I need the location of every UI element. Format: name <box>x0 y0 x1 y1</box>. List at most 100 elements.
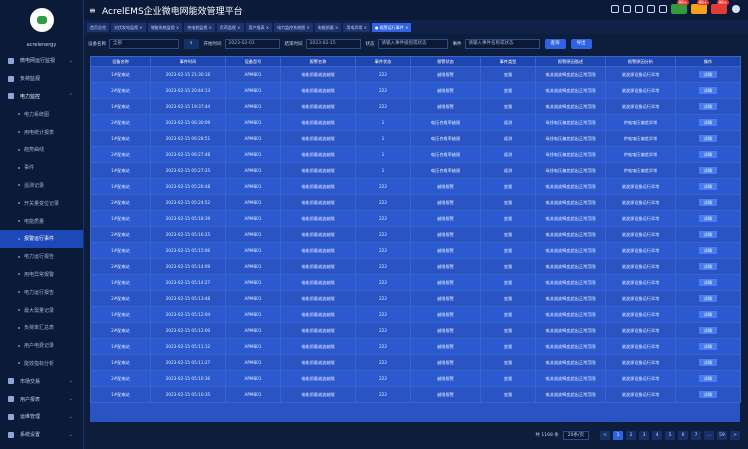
page-size-select[interactable]: 20条/页 <box>562 430 589 440</box>
detail-button[interactable]: 详情 <box>699 343 717 350</box>
sidebar-subitem[interactable]: 电力运行报告 <box>0 283 83 301</box>
query-button[interactable]: 查询 <box>544 39 566 49</box>
notification-icon[interactable] <box>659 5 667 13</box>
detail-button[interactable]: 详情 <box>699 71 717 78</box>
tab[interactable]: 首页总览 <box>87 22 109 32</box>
sidebar-subitem[interactable]: 报警运行事件 <box>0 229 83 248</box>
sidebar-subitem[interactable]: 用户电费记录 <box>0 337 83 355</box>
detail-button[interactable]: 详情 <box>699 119 717 126</box>
detail-button[interactable]: 详情 <box>699 375 717 382</box>
menu-toggle-icon[interactable]: ≡ <box>89 6 97 15</box>
detail-button[interactable]: 详情 <box>699 167 717 174</box>
sidebar-subitem[interactable]: 电力运行报告 <box>0 248 83 266</box>
page-button[interactable]: 4 <box>652 430 662 440</box>
settings-icon[interactable] <box>623 5 631 13</box>
level-input[interactable]: 请输入事件级别或状态 <box>377 39 448 49</box>
end-date-input[interactable]: 2023-02-15 <box>305 39 361 49</box>
start-date-input[interactable]: 2023-02-01 <box>224 39 280 49</box>
tab[interactable]: 电力监控系统图 × <box>274 22 313 32</box>
event-input[interactable]: 请输入事件名称或状态 <box>464 39 540 49</box>
sidebar-menu: 微电网运行监视 ⌄ 负荷监视 电力监控 ⌃ 电力系统图 用电统计报表 趋势曲线 事件 遥测记录 开关… <box>0 52 83 444</box>
table-cell: 电能质量谐波越限 <box>280 114 356 131</box>
table-cell: 详情 <box>675 226 741 243</box>
detail-button[interactable]: 详情 <box>699 263 717 270</box>
badge-orange[interactable]: 99+ <box>691 0 709 14</box>
page-button[interactable]: 3 <box>639 430 649 440</box>
detail-button[interactable]: 详情 <box>699 103 717 110</box>
page-button[interactable]: 5 <box>665 430 675 440</box>
detail-button[interactable]: 详情 <box>699 135 717 142</box>
sidebar-subitem[interactable]: 最大需量记录 <box>0 301 83 319</box>
sidebar-group[interactable]: 用户报表 ⌄ <box>0 390 83 408</box>
search-icon[interactable] <box>611 5 619 13</box>
sidebar-subitem[interactable]: 用电统计报表 <box>0 123 83 141</box>
table-cell: 2#配电站 <box>90 114 151 131</box>
detail-button[interactable]: 详情 <box>699 391 717 398</box>
table-cell: 详情 <box>675 354 741 371</box>
tab[interactable]: 电能质量 × <box>314 22 342 32</box>
avatar[interactable] <box>732 5 740 13</box>
tab[interactable]: 用户报表 × <box>245 22 273 32</box>
sidebar-group[interactable]: 电力监控 ⌃ <box>0 88 83 106</box>
tab[interactable]: ● 报警运行事件 × <box>372 22 412 32</box>
detail-button[interactable]: 详情 <box>699 279 717 286</box>
sidebar-subitem[interactable]: 趋势曲线 <box>0 141 83 159</box>
detail-button[interactable]: 详情 <box>699 151 717 158</box>
tab[interactable]: 负荷监视 × <box>216 22 244 32</box>
sidebar-group[interactable]: 微电网运行监视 ⌄ <box>0 52 83 70</box>
device-select[interactable]: 全部 <box>109 39 179 49</box>
table-cell: 谐波源设备运行异常 <box>605 242 676 259</box>
page-button[interactable]: < <box>600 430 610 440</box>
sidebar-group[interactable]: 运维管理 ⌄ <box>0 408 83 426</box>
page-button[interactable]: 7 <box>691 430 701 440</box>
sidebar-subitem[interactable]: 电能质量 <box>0 212 83 230</box>
tab[interactable]: 储能系统监视 × <box>147 22 183 32</box>
detail-button[interactable]: 详情 <box>699 231 717 238</box>
detail-button[interactable]: 详情 <box>699 183 717 190</box>
tab[interactable]: 用电异常 × <box>343 22 370 32</box>
sidebar-group[interactable]: 市场交易 ⌄ <box>0 372 83 390</box>
table-cell: 遥测 <box>480 130 536 147</box>
export-button[interactable]: 导出 <box>570 39 592 49</box>
sidebar-subitem[interactable]: 电力系统图 <box>0 105 83 123</box>
sidebar-group[interactable]: 负荷监视 <box>0 70 83 88</box>
badge-red[interactable]: 99+ <box>711 0 729 14</box>
table-cell: 变量 <box>480 98 536 115</box>
page-button[interactable]: 6 <box>678 430 688 440</box>
page-button[interactable]: > <box>730 430 740 440</box>
detail-button[interactable]: 详情 <box>699 215 717 222</box>
search-icon[interactable]: ⌕ <box>184 39 199 49</box>
table-cell: 电流谐波畸变超出正常范围 <box>535 290 606 307</box>
page-button[interactable]: ... <box>704 430 714 440</box>
detail-button[interactable]: 详情 <box>699 247 717 254</box>
app-logo <box>29 8 54 32</box>
table-cell: 详情 <box>675 194 741 211</box>
badge-green[interactable]: 99+ <box>671 0 689 14</box>
detail-button[interactable]: 详情 <box>699 311 717 318</box>
page-button[interactable]: 59 <box>717 430 727 440</box>
detail-button[interactable]: 详情 <box>699 327 717 334</box>
table-cell: 谐波源设备运行异常 <box>605 274 676 291</box>
table-cell: 详情 <box>675 82 741 99</box>
detail-button[interactable]: 详情 <box>699 199 717 206</box>
bullet-icon <box>18 220 20 223</box>
sidebar-group[interactable]: 系统设置 ⌄ <box>0 426 83 444</box>
sidebar-subitem[interactable]: 遥测记录 <box>0 177 83 195</box>
detail-button[interactable]: 详情 <box>699 87 717 94</box>
table-cell: 1 <box>355 162 411 179</box>
detail-button[interactable]: 详情 <box>699 359 717 366</box>
sidebar-subitem[interactable]: 开关量变位记录 <box>0 194 83 212</box>
tab[interactable]: 光伏发电监视 × <box>111 22 146 32</box>
fullscreen-icon[interactable] <box>635 5 643 13</box>
page-button[interactable]: 1 <box>613 430 623 440</box>
sidebar-subitem[interactable]: 负荷率汇总表 <box>0 319 83 337</box>
page-button[interactable]: 2 <box>626 430 636 440</box>
sidebar-subitem[interactable]: 事件 <box>0 159 83 177</box>
detail-button[interactable]: 详情 <box>699 295 717 302</box>
sidebar-subitem[interactable]: 用电异常报警 <box>0 266 83 284</box>
table-cell: 2#配电站 <box>90 322 151 339</box>
mail-icon[interactable] <box>647 5 655 13</box>
table-cell: 谐波源设备运行异常 <box>605 210 676 227</box>
sidebar-subitem[interactable]: 能效指标分析 <box>0 355 83 373</box>
tab[interactable]: 充电桩监视 × <box>184 22 215 32</box>
